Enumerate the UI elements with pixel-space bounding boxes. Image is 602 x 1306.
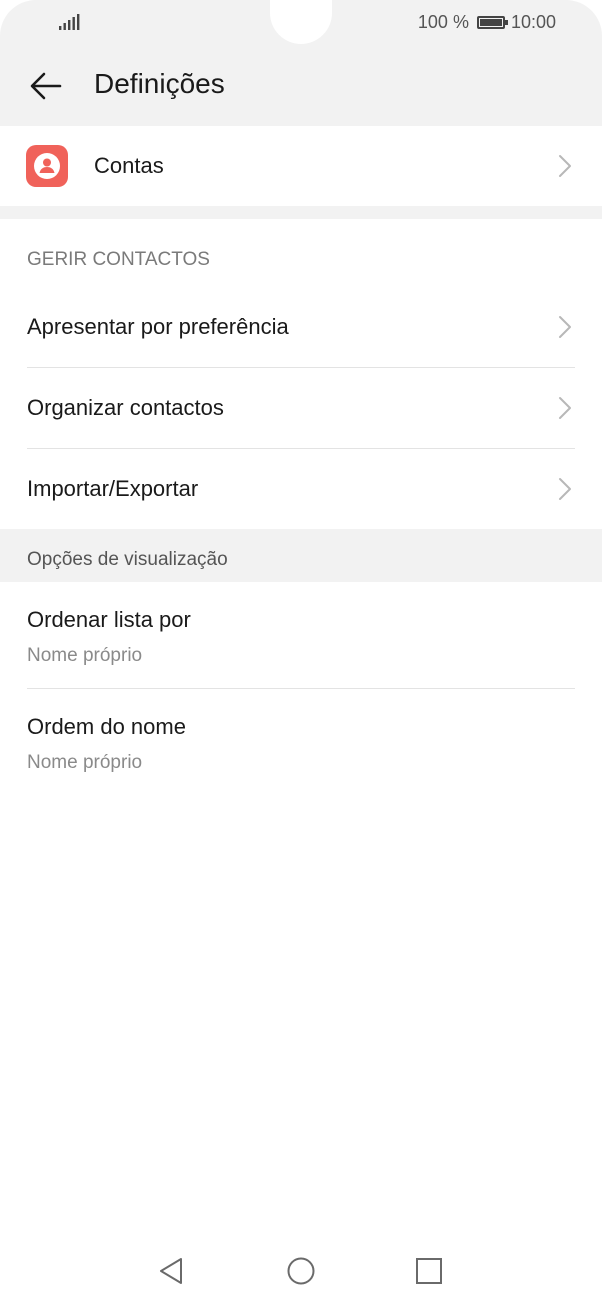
page-title: Definições xyxy=(94,68,225,99)
section-heading-display: Opções de visualização xyxy=(27,549,228,570)
accounts-label: Contas xyxy=(94,153,164,178)
list-item-name-order[interactable]: Ordem do nome Nome próprio xyxy=(0,689,602,795)
back-arrow-icon[interactable] xyxy=(28,68,64,104)
navigation-bar xyxy=(0,1240,602,1306)
camera-notch xyxy=(270,0,332,44)
list-item-value: Nome próprio xyxy=(27,752,143,773)
battery-icon xyxy=(476,16,508,29)
nav-recents-icon[interactable] xyxy=(414,1256,444,1286)
chevron-right-icon xyxy=(559,478,571,500)
account-icon xyxy=(26,145,68,187)
list-item-label: Apresentar por preferência xyxy=(27,314,289,339)
section-spacer xyxy=(0,206,602,219)
battery-percent: 100 % xyxy=(417,12,469,32)
list-item-display-preference[interactable]: Apresentar por preferência xyxy=(0,287,602,367)
nav-back-icon[interactable] xyxy=(157,1256,187,1286)
list-item-organize-contacts[interactable]: Organizar contactos xyxy=(0,368,602,448)
status-bar: 100 % 10:00 xyxy=(0,0,602,46)
list-item-import-export[interactable]: Importar/Exportar xyxy=(0,449,602,529)
list-item-label: Ordenar lista por xyxy=(27,607,191,632)
screen: 100 % 10:00 Definições Contas GERIR CONT… xyxy=(0,0,602,1306)
status-right: 100 % 10:00 xyxy=(418,12,556,33)
accounts-row[interactable]: Contas xyxy=(0,126,602,206)
list-item-sort-list[interactable]: Ordenar lista por Nome próprio xyxy=(0,582,602,688)
status-time: 10:00 xyxy=(510,12,556,32)
nav-home-icon[interactable] xyxy=(286,1256,316,1286)
section-heading-manage: GERIR CONTACTOS xyxy=(27,249,210,270)
chevron-right-icon xyxy=(559,316,571,338)
chevron-right-icon xyxy=(559,397,571,419)
list-item-label: Ordem do nome xyxy=(27,714,186,739)
list-item-label: Organizar contactos xyxy=(27,395,224,420)
list-item-value: Nome próprio xyxy=(27,645,143,666)
app-header: Definições xyxy=(0,46,602,126)
signal-icon xyxy=(59,14,80,30)
chevron-right-icon xyxy=(559,155,571,177)
section-heading-band: Opções de visualização xyxy=(0,529,602,582)
list-item-label: Importar/Exportar xyxy=(27,476,199,501)
